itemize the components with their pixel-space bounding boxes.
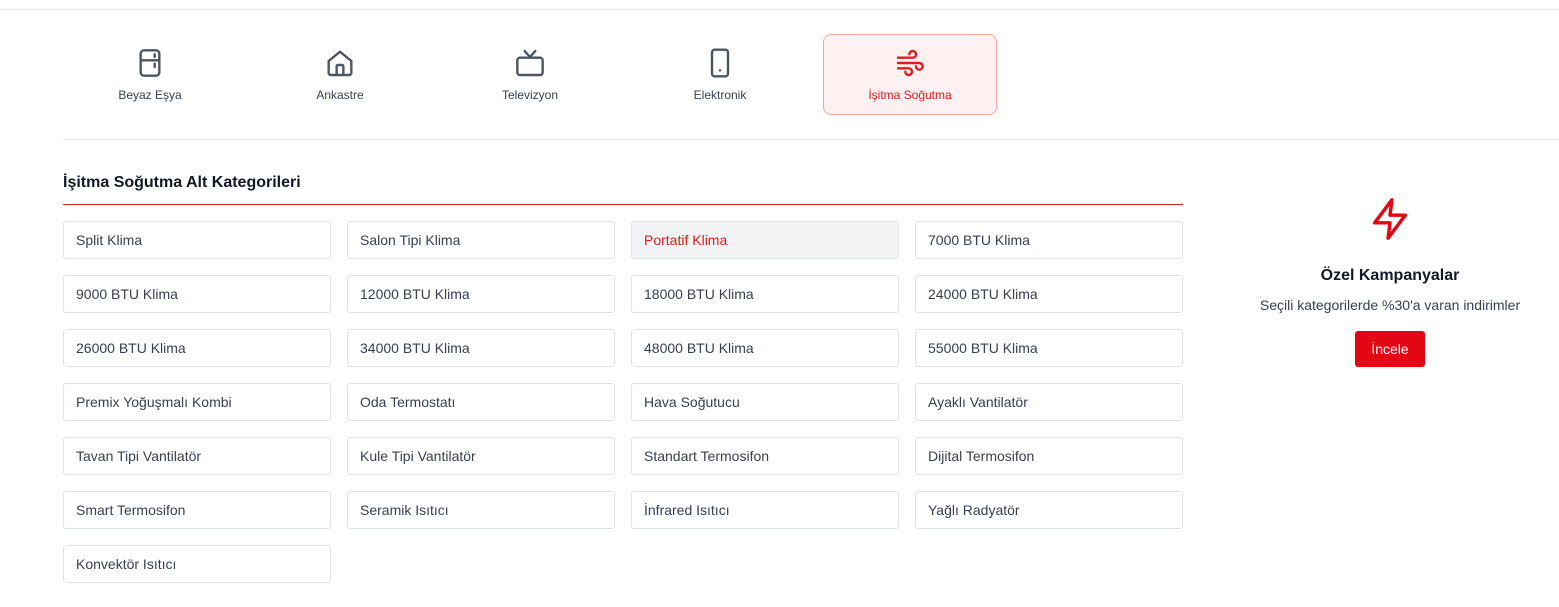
subcategory-link[interactable]: 9000 BTU Klima xyxy=(63,275,331,313)
subcategory-link[interactable]: Oda Termostatı xyxy=(347,383,615,421)
tv-icon xyxy=(513,46,547,80)
subcategory-link[interactable]: Split Klima xyxy=(63,221,331,259)
section-title: İşitma Soğutma Alt Kategorileri xyxy=(63,174,301,191)
subcategory-link[interactable]: 18000 BTU Klima xyxy=(631,275,899,313)
category-divider xyxy=(63,139,1559,140)
subcategory-link[interactable]: Tavan Tipi Vantilatör xyxy=(63,437,331,475)
subcategory-link-active[interactable]: Portatif Klima xyxy=(631,221,899,259)
subcategory-link[interactable]: 24000 BTU Klima xyxy=(915,275,1183,313)
category-ankastre[interactable]: Ankastre xyxy=(253,34,427,115)
subcategory-link[interactable]: 55000 BTU Klima xyxy=(915,329,1183,367)
subcategory-link[interactable]: 34000 BTU Klima xyxy=(347,329,615,367)
category-isitma-sogutma[interactable]: İşitma Soğutma xyxy=(823,34,997,115)
promo-title: Özel Kampanyalar xyxy=(1320,267,1460,284)
subcategory-link[interactable]: 26000 BTU Klima xyxy=(63,329,331,367)
subcategory-link[interactable]: Salon Tipi Klima xyxy=(347,221,615,259)
category-label: Beyaz Eşya xyxy=(118,88,182,102)
refrigerator-icon xyxy=(133,46,167,80)
category-label: Ankastre xyxy=(316,88,364,102)
subcategory-link[interactable]: Ayaklı Vantilatör xyxy=(915,383,1183,421)
category-televizyon[interactable]: Televizyon xyxy=(443,34,617,115)
subcategory-link[interactable]: İnfrared Isıtıcı xyxy=(631,491,899,529)
home-icon xyxy=(323,46,357,80)
category-label: Televizyon xyxy=(501,88,559,102)
subcategory-link[interactable]: Hava Soğutucu xyxy=(631,383,899,421)
section-title-underline xyxy=(63,204,1183,205)
subcategory-link[interactable]: Kule Tipi Vantilatör xyxy=(347,437,615,475)
smartphone-icon xyxy=(703,46,737,80)
subcategory-link[interactable]: Standart Termosifon xyxy=(631,437,899,475)
promo-panel: Özel Kampanyalar Seçili kategorilerde %3… xyxy=(1230,196,1550,367)
lightning-icon xyxy=(1367,196,1413,247)
subcategory-link[interactable]: 7000 BTU Klima xyxy=(915,221,1183,259)
category-elektronik[interactable]: Elektronik xyxy=(633,34,807,115)
top-divider xyxy=(0,9,1559,10)
subcategory-grid: Split Klima Salon Tipi Klima Portatif Kl… xyxy=(63,221,1183,583)
subcategory-link[interactable]: 12000 BTU Klima xyxy=(347,275,615,313)
subcategory-link[interactable]: Yağlı Radyatör xyxy=(915,491,1183,529)
subcategory-link[interactable]: Premix Yoğuşmalı Kombi xyxy=(63,383,331,421)
subcategory-link[interactable]: 48000 BTU Klima xyxy=(631,329,899,367)
promo-subtitle: Seçili kategorilerde %30'a varan indirim… xyxy=(1259,297,1521,313)
category-label: İşitma Soğutma xyxy=(868,88,952,102)
category-beyaz-esya[interactable]: Beyaz Eşya xyxy=(63,34,237,115)
promo-inspect-button[interactable]: İncele xyxy=(1355,331,1425,367)
subcategory-link[interactable]: Seramik Isıtıcı xyxy=(347,491,615,529)
subcategory-link[interactable]: Dijital Termosifon xyxy=(915,437,1183,475)
category-bar: Beyaz Eşya Ankastre Televizyon Elektroni… xyxy=(63,34,1559,115)
category-label: Elektronik xyxy=(693,88,747,102)
wind-icon xyxy=(893,46,927,80)
subcategory-link[interactable]: Konvektör Isıtıcı xyxy=(63,545,331,583)
subcategory-link[interactable]: Smart Termosifon xyxy=(63,491,331,529)
